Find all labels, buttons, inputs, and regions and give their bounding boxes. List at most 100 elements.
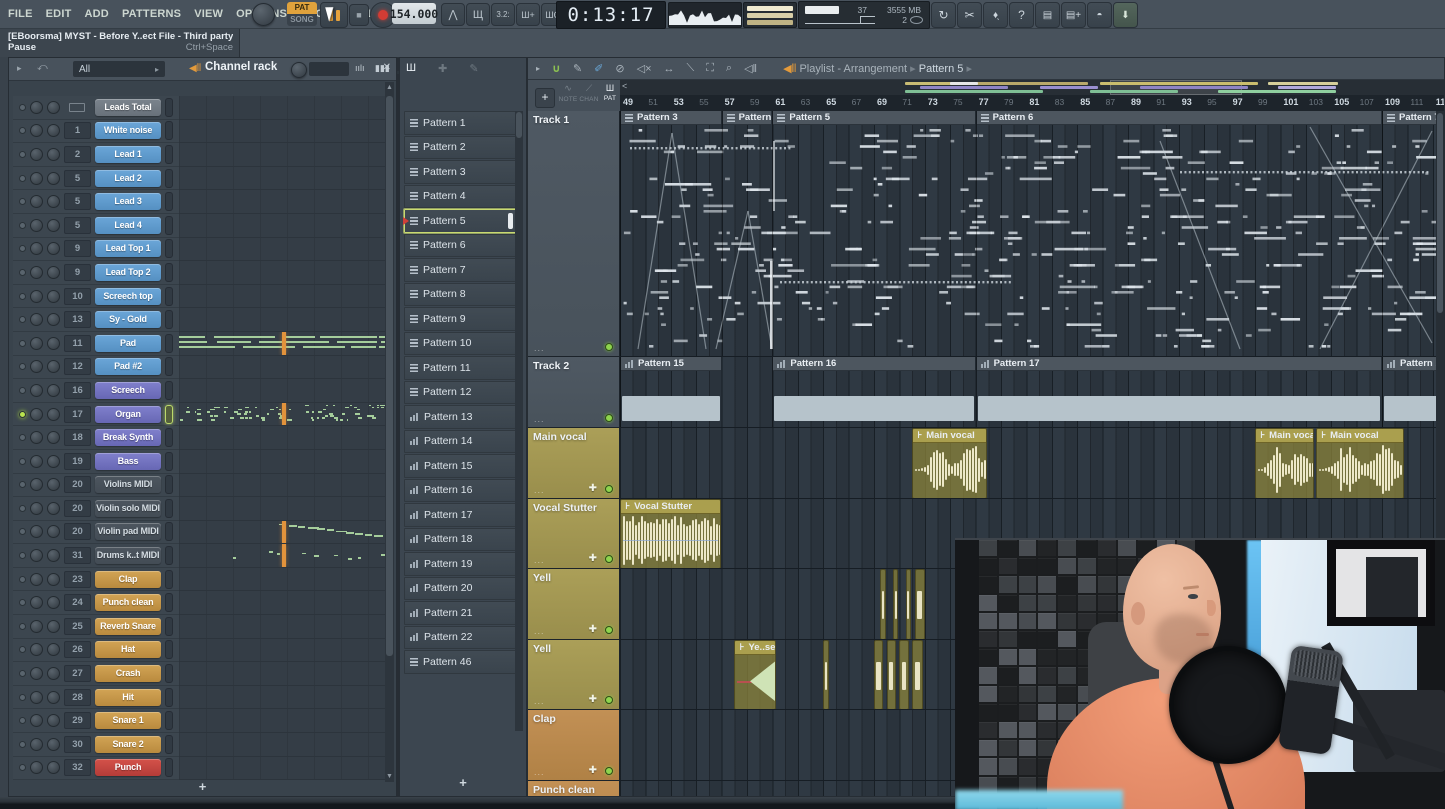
metronome-icon-button[interactable]: ⋀ [441,3,465,26]
pattern-clip[interactable]: Pattern 6 [976,111,1381,357]
channel-led[interactable] [19,741,26,748]
channel-number[interactable]: 32 [64,759,91,776]
channel-button[interactable]: Break Synth [95,429,161,446]
song-minimap[interactable]: < [620,80,1445,96]
time-display[interactable]: 0:13:17 [556,1,666,29]
tab-note[interactable]: ∿NOTE [558,83,578,103]
add-pattern-button[interactable]: + [400,775,526,790]
volume-knob[interactable] [47,195,60,208]
channel-number[interactable]: 1 [64,122,91,139]
track-header-punch-clean[interactable]: Punch clean...✚ [528,781,620,798]
channel-button[interactable]: Lead 3 [95,193,161,210]
channel-button[interactable]: Leads Total [95,99,161,116]
menu-item-file[interactable]: FILE [8,8,33,20]
channel-led[interactable] [19,552,26,559]
select-icon[interactable]: ⛶ [706,62,714,75]
channel-preview[interactable] [179,686,385,710]
channel-button[interactable]: Lead Top 2 [95,264,161,281]
save-new-version-button[interactable]: ▤+ [1061,2,1086,28]
audio-clip[interactable]: ⊦Vocal Stutter [620,499,721,570]
undo-icon-button[interactable]: ↻ [931,2,956,28]
channel-preview[interactable] [179,733,385,757]
pan-knob[interactable] [30,525,43,538]
pan-knob[interactable] [30,714,43,727]
channel-preview[interactable] [179,308,385,332]
countdown-button[interactable]: 3.2: [491,3,515,26]
clip-header[interactable]: Pattern 5 [773,111,974,125]
volume-knob[interactable] [47,761,60,774]
audio-clip[interactable] [874,640,883,711]
pattern-list-scrollbar[interactable] [515,111,523,731]
channel-preview[interactable] [179,379,385,403]
song-mode-button[interactable]: SONG [287,14,317,26]
play-icon[interactable]: ▸ [536,64,540,73]
pan-knob[interactable] [30,266,43,279]
pattern-item[interactable]: Pattern 9 [404,307,516,331]
track-options[interactable]: ... [534,414,545,424]
channel-number[interactable]: 18 [64,429,91,446]
channel-button[interactable]: Hat [95,641,161,658]
channel-button[interactable]: Lead 1 [95,146,161,163]
volume-knob[interactable] [47,478,60,491]
channel-number[interactable]: 29 [64,712,91,729]
channel-button[interactable]: Lead 2 [95,170,161,187]
volume-knob[interactable] [47,408,60,421]
channel-button[interactable]: Screech top [95,288,161,305]
pan-knob[interactable] [30,290,43,303]
channel-button[interactable]: Crash [95,665,161,682]
track-header-clap[interactable]: Clap...✚ [528,710,620,781]
audio-clip[interactable] [887,640,896,711]
paint-brush-icon[interactable]: ✐ [594,62,603,75]
channel-preview[interactable] [179,403,385,427]
channel-preview[interactable] [179,285,385,309]
channel-button[interactable]: Lead 4 [95,217,161,234]
clip-header[interactable]: Pattern 16 [773,357,974,371]
track-options[interactable]: ... [534,626,545,636]
export-button[interactable]: ⬇ [1113,2,1138,28]
pan-knob[interactable] [30,148,43,161]
channel-led[interactable] [19,646,26,653]
pattern-item[interactable]: Pattern 20 [404,577,516,601]
main-volume-knob[interactable] [252,3,275,26]
audio-clip[interactable] [906,569,911,640]
add-channel-button[interactable]: + [9,779,396,794]
channel-preview[interactable] [179,238,385,262]
channel-button[interactable]: Lead Top 1 [95,240,161,257]
channel-number[interactable]: 23 [64,571,91,588]
channel-button[interactable]: Pad #2 [95,358,161,375]
tab-chan[interactable]: ⟋CHAN [579,83,599,103]
channel-button[interactable]: Hit [95,689,161,706]
channel-number[interactable]: 20 [64,476,91,493]
wait-input-button[interactable]: Щ [466,3,490,26]
pan-knob[interactable] [30,124,43,137]
track-lane[interactable]: Pattern 15Pattern 16Pattern 17Pattern 18 [620,357,1445,428]
track-header-track-1[interactable]: Track 1... [528,111,620,357]
pattern-item[interactable]: Pattern 1 [404,111,516,135]
track-mute-led[interactable] [605,626,613,634]
pan-knob[interactable] [30,313,43,326]
pattern-item[interactable]: Pattern 18 [404,528,516,552]
channel-led[interactable] [19,127,26,134]
stop-button[interactable]: ■ [349,4,369,26]
channel-preview[interactable] [179,167,385,191]
audio-clip[interactable]: ⊦Main vocal [1255,428,1314,499]
timeline-ruler[interactable]: 4951535557596163656769717375777981838587… [620,95,1445,112]
audio-clip[interactable] [880,569,885,640]
pattern-item[interactable]: Pattern 5 [404,209,516,233]
channel-number[interactable]: 5 [64,170,91,187]
pan-knob[interactable] [30,549,43,562]
volume-knob[interactable] [47,620,60,633]
clip-header[interactable]: ⊦Ye..se [735,641,775,655]
menu-item-add[interactable]: ADD [85,8,109,20]
pattern-item[interactable]: Pattern 13 [404,405,516,429]
channel-number[interactable]: 16 [64,382,91,399]
playback-icon[interactable]: ◁‖ [744,62,757,75]
cut-tool-button[interactable]: ✂ [957,2,982,28]
pattern-clip[interactable]: Pattern 5 [772,111,974,357]
track-header-yell[interactable]: Yell...✚ [528,569,620,640]
audio-clip[interactable] [899,640,908,711]
menu-item-view[interactable]: VIEW [194,8,223,20]
pan-knob[interactable] [30,478,43,491]
channel-preview[interactable] [179,615,385,639]
track-options[interactable]: ... [534,343,545,353]
